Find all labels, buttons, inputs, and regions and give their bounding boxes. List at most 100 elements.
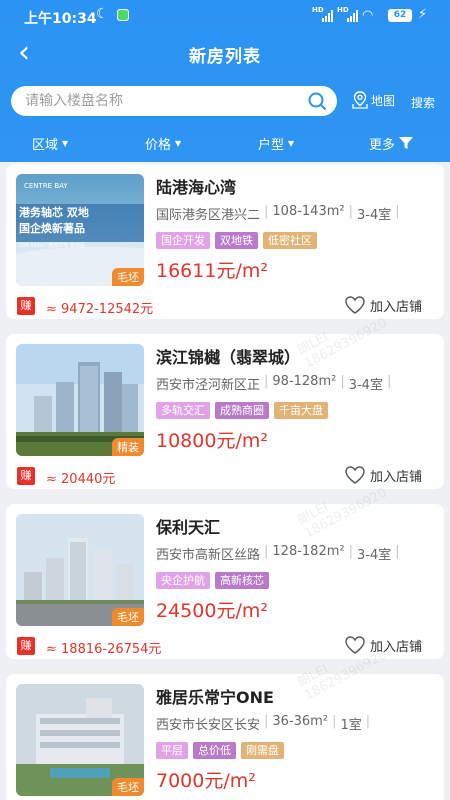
listing-rooms: 3-4室 <box>357 548 392 563</box>
tag: 平层 <box>156 742 188 759</box>
separator: | <box>348 544 353 559</box>
tag: 央企护航 <box>156 572 210 589</box>
listing-location: 国际港务区港兴二 <box>156 208 261 223</box>
listing-rooms: 1室 <box>340 718 362 733</box>
add-to-store-button[interactable]: 加入店铺 <box>344 465 422 485</box>
commission-amount: ≈ 20440元 <box>46 472 116 487</box>
tag: 刚需盘 <box>241 742 284 759</box>
filter-bar: 区域 ▼ 价格 ▼ 户型 ▼ 更多 <box>0 130 450 158</box>
listing-area: 98-128m² <box>272 374 337 389</box>
filter-label: 价格 <box>145 138 172 153</box>
separator: | <box>264 544 269 559</box>
listing-meta: 西安市高新区丝路 | 128-182m² | 3-4室 | <box>156 544 404 563</box>
add-to-store-button[interactable]: 加入店铺 <box>344 295 422 315</box>
listing-tags: 国企开发 双地铁 低密社区 <box>156 232 317 249</box>
heart-icon <box>345 636 365 654</box>
separator: | <box>332 714 337 729</box>
image-headline-text: 港务轴芯 双地 <box>19 205 89 219</box>
battery-icon: 62 <box>388 9 412 22</box>
earn-badge: 赚 <box>17 297 35 315</box>
filter-region[interactable]: 区域 ▼ <box>32 134 68 153</box>
map-label: 地图 <box>371 93 396 108</box>
decoration-badge: 毛坯 <box>112 778 144 796</box>
earn-badge: 赚 <box>17 467 35 485</box>
listing-name: 保利天汇 <box>156 518 221 537</box>
search-button[interactable]: 搜索 <box>411 94 435 111</box>
tag: 国企开发 <box>156 232 210 249</box>
search-icon[interactable] <box>307 91 327 111</box>
navigation-bar: ‹ 新房列表 <box>0 32 450 76</box>
listing-location: 西安市长安区长安 <box>156 718 261 733</box>
decoration-badge: 毛坯 <box>112 268 144 286</box>
listing-price: 16611元/m² <box>156 260 268 282</box>
map-pin-icon <box>352 91 368 109</box>
decoration-badge: 精装 <box>112 438 144 456</box>
image-headline-text: 国企焕新著品 <box>19 221 85 235</box>
tag: 低密社区 <box>263 232 317 249</box>
listing-tags: 平层 总价低 刚需盘 <box>156 742 284 759</box>
filter-label: 户型 <box>258 138 285 153</box>
tag: 千亩大盘 <box>274 402 328 419</box>
status-time: 上午10:34 <box>24 11 97 27</box>
listing-rooms: 3-4室 <box>357 208 392 223</box>
caret-down-icon: ▼ <box>62 139 69 148</box>
separator: | <box>340 374 345 389</box>
caret-down-icon: ▼ <box>175 139 182 148</box>
listing-meta: 西安市长安区长安 | 36-36m² | 1室 | <box>156 714 374 733</box>
image-brand-text: CENTRE BAY <box>24 182 68 190</box>
separator: | <box>365 714 371 729</box>
listing-location: 西安市高新区丝路 <box>156 548 261 563</box>
tag: 成熟商圈 <box>215 402 269 419</box>
listing-name: 滨江锦樾（翡翠城） <box>156 348 301 367</box>
listing-image: CENTRE BAY 港务轴芯 双地 国企焕新著品 108-143m² 宽境华宅… <box>16 174 144 286</box>
listing-meta: 西安市泾河新区正 | 98-128m² | 3-4室 | <box>156 374 395 393</box>
tag: 双地铁 <box>215 232 258 249</box>
filter-layout[interactable]: 户型 ▼ <box>258 134 294 153</box>
separator: | <box>264 714 269 729</box>
listing-card[interactable]: 毛坯 保利天汇 西安市高新区丝路 | 128-182m² | 3-4室 | 央企… <box>6 504 444 659</box>
signal-icon <box>322 10 333 22</box>
add-to-store-button[interactable]: 加入店铺 <box>344 635 422 655</box>
listing-image: 毛坯 <box>16 514 144 626</box>
listing-price: 24500元/m² <box>156 600 268 622</box>
listing-tags: 多轨交汇 成熟商圈 千亩大盘 <box>156 402 328 419</box>
listing-name: 雅居乐常宁ONE <box>156 688 274 707</box>
filter-label: 区域 <box>32 138 59 153</box>
charging-icon: ⚡ <box>418 7 428 22</box>
search-input[interactable] <box>25 86 295 116</box>
filter-more[interactable]: 更多 <box>369 134 414 153</box>
separator: | <box>264 204 269 219</box>
listing-area: 128-182m² <box>272 544 345 559</box>
commission-amount: ≈ 18816-26754元 <box>46 642 162 657</box>
listing-name: 陆港海心湾 <box>156 178 237 197</box>
heart-icon <box>345 466 365 484</box>
listing-price: 10800元/m² <box>156 430 268 452</box>
page-title: 新房列表 <box>189 47 261 67</box>
separator: | <box>264 374 269 389</box>
signal-icon-2 <box>347 10 358 22</box>
separator: | <box>386 374 392 389</box>
listing-card[interactable]: 精装 滨江锦樾（翡翠城） 西安市泾河新区正 | 98-128m² | 3-4室 … <box>6 334 444 489</box>
image-subline-text: 108-143m² 宽境华宅 恭迎品 <box>19 242 85 249</box>
status-bar: 上午10:34 ☾ HD HD ◠ 62 ⚡ <box>0 0 450 32</box>
commission-amount: ≈ 9472-12542元 <box>46 302 154 317</box>
listing-card[interactable]: 毛坯 雅居乐常宁ONE 西安市长安区长安 | 36-36m² | 1室 | 平层… <box>6 674 444 800</box>
listing-price: 7000元/m² <box>156 770 256 792</box>
filter-price[interactable]: 价格 ▼ <box>145 134 181 153</box>
separator: | <box>348 204 353 219</box>
tag: 高新核芯 <box>215 572 269 589</box>
listing-location: 西安市泾河新区正 <box>156 378 261 393</box>
funnel-icon <box>399 137 414 149</box>
listing-card[interactable]: CENTRE BAY 港务轴芯 双地 国企焕新著品 108-143m² 宽境华宅… <box>6 164 444 319</box>
map-button[interactable]: 地图 <box>352 91 395 109</box>
listing-tags: 央企护航 高新核芯 <box>156 572 269 589</box>
separator: | <box>395 204 400 219</box>
search-box <box>11 86 337 116</box>
listing-image: 毛坯 <box>16 684 144 796</box>
separator: | <box>395 544 400 559</box>
tag: 总价低 <box>193 742 236 759</box>
listing-rooms: 3-4室 <box>348 378 383 393</box>
listing-image: 精装 <box>16 344 144 456</box>
add-to-store-label: 加入店铺 <box>370 299 423 315</box>
moon-icon: ☾ <box>96 6 109 22</box>
